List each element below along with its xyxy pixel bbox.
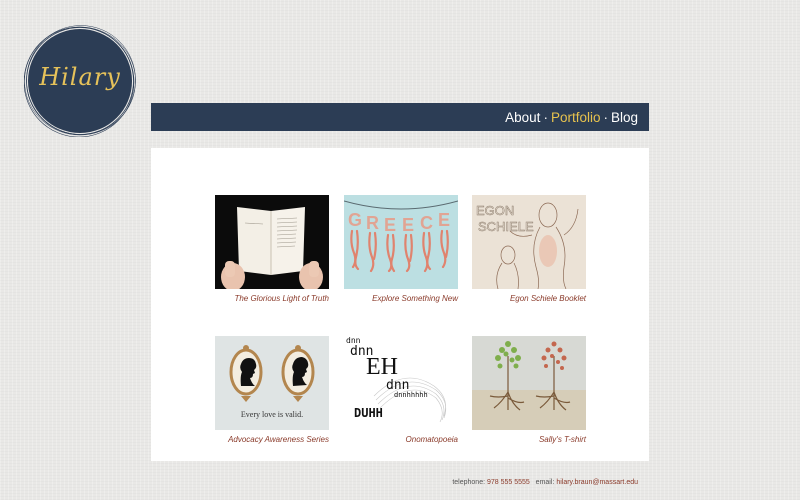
nav-portfolio-link[interactable]: Portfolio bbox=[551, 110, 601, 125]
open-book-thumbnail[interactable] bbox=[215, 195, 329, 289]
silhouette-poster-thumbnail[interactable]: Every love is valid. bbox=[215, 336, 329, 430]
email-label: email: bbox=[535, 479, 555, 486]
greece-octopus-thumbnail[interactable]: G R E E C E bbox=[344, 195, 458, 289]
main-navbar: About · Portfolio · Blog bbox=[151, 103, 649, 131]
nav-about-link[interactable]: About bbox=[505, 110, 540, 125]
svg-text:R: R bbox=[366, 213, 379, 233]
svg-text:E: E bbox=[384, 215, 396, 235]
svg-text:G: G bbox=[348, 210, 362, 230]
email-link[interactable]: hilary.braun@massart.edu bbox=[556, 479, 638, 486]
portfolio-caption[interactable]: Advocacy Awareness Series bbox=[228, 435, 329, 444]
portfolio-item[interactable]: Every love is valid. Advocacy Awareness … bbox=[215, 336, 329, 444]
svg-text:C: C bbox=[420, 213, 433, 233]
portfolio-caption[interactable]: Onomatopoeia bbox=[406, 435, 458, 444]
onomatopoeia-word: DUHH bbox=[354, 406, 383, 420]
nav-separator: · bbox=[543, 109, 548, 125]
onomatopoeia-word: dnnhhhhh bbox=[394, 391, 428, 399]
portfolio-item[interactable]: G R E E C E Explore Something New bbox=[344, 195, 458, 303]
portfolio-caption[interactable]: The Glorious Light of Truth bbox=[234, 294, 329, 303]
svg-text:EGON: EGON bbox=[476, 203, 514, 218]
telephone-number[interactable]: 978 555 5555 bbox=[487, 479, 530, 486]
trees-thumbnail[interactable] bbox=[472, 336, 586, 430]
portfolio-caption[interactable]: Sally's T-shirt bbox=[539, 435, 586, 444]
poster-tagline: Every love is valid. bbox=[240, 410, 304, 419]
portfolio-item[interactable]: EGON SCHIELE Egon Schiele Booklet bbox=[472, 195, 586, 303]
portfolio-caption[interactable]: Egon Schiele Booklet bbox=[510, 294, 586, 303]
svg-text:SCHIELE: SCHIELE bbox=[478, 219, 534, 234]
portfolio-caption[interactable]: Explore Something New bbox=[372, 294, 458, 303]
portfolio-item[interactable]: The Glorious Light of Truth bbox=[215, 195, 329, 303]
portfolio-item[interactable]: dnn dnn EH dnn dnnhhhhh DUHH Onomatopoei… bbox=[344, 336, 458, 444]
telephone-label: telephone: bbox=[452, 479, 486, 486]
nav-separator: · bbox=[603, 109, 608, 125]
contact-footer: telephone: 978 555 5555 email: hilary.br… bbox=[452, 479, 638, 486]
onomatopoeia-word: EH bbox=[366, 354, 398, 380]
egon-schiele-thumbnail[interactable]: EGON SCHIELE bbox=[472, 195, 586, 289]
portfolio-panel: The Glorious Light of Truth G R E E C E bbox=[151, 148, 649, 461]
svg-text:E: E bbox=[402, 215, 414, 235]
site-logo[interactable]: Hilary bbox=[24, 25, 136, 137]
onomatopoeia-thumbnail[interactable]: dnn dnn EH dnn dnnhhhhh DUHH bbox=[344, 336, 458, 430]
svg-text:E: E bbox=[438, 210, 450, 230]
portfolio-item[interactable]: Sally's T-shirt bbox=[472, 336, 586, 444]
logo-text: Hilary bbox=[39, 63, 121, 91]
nav-blog-link[interactable]: Blog bbox=[611, 110, 638, 125]
